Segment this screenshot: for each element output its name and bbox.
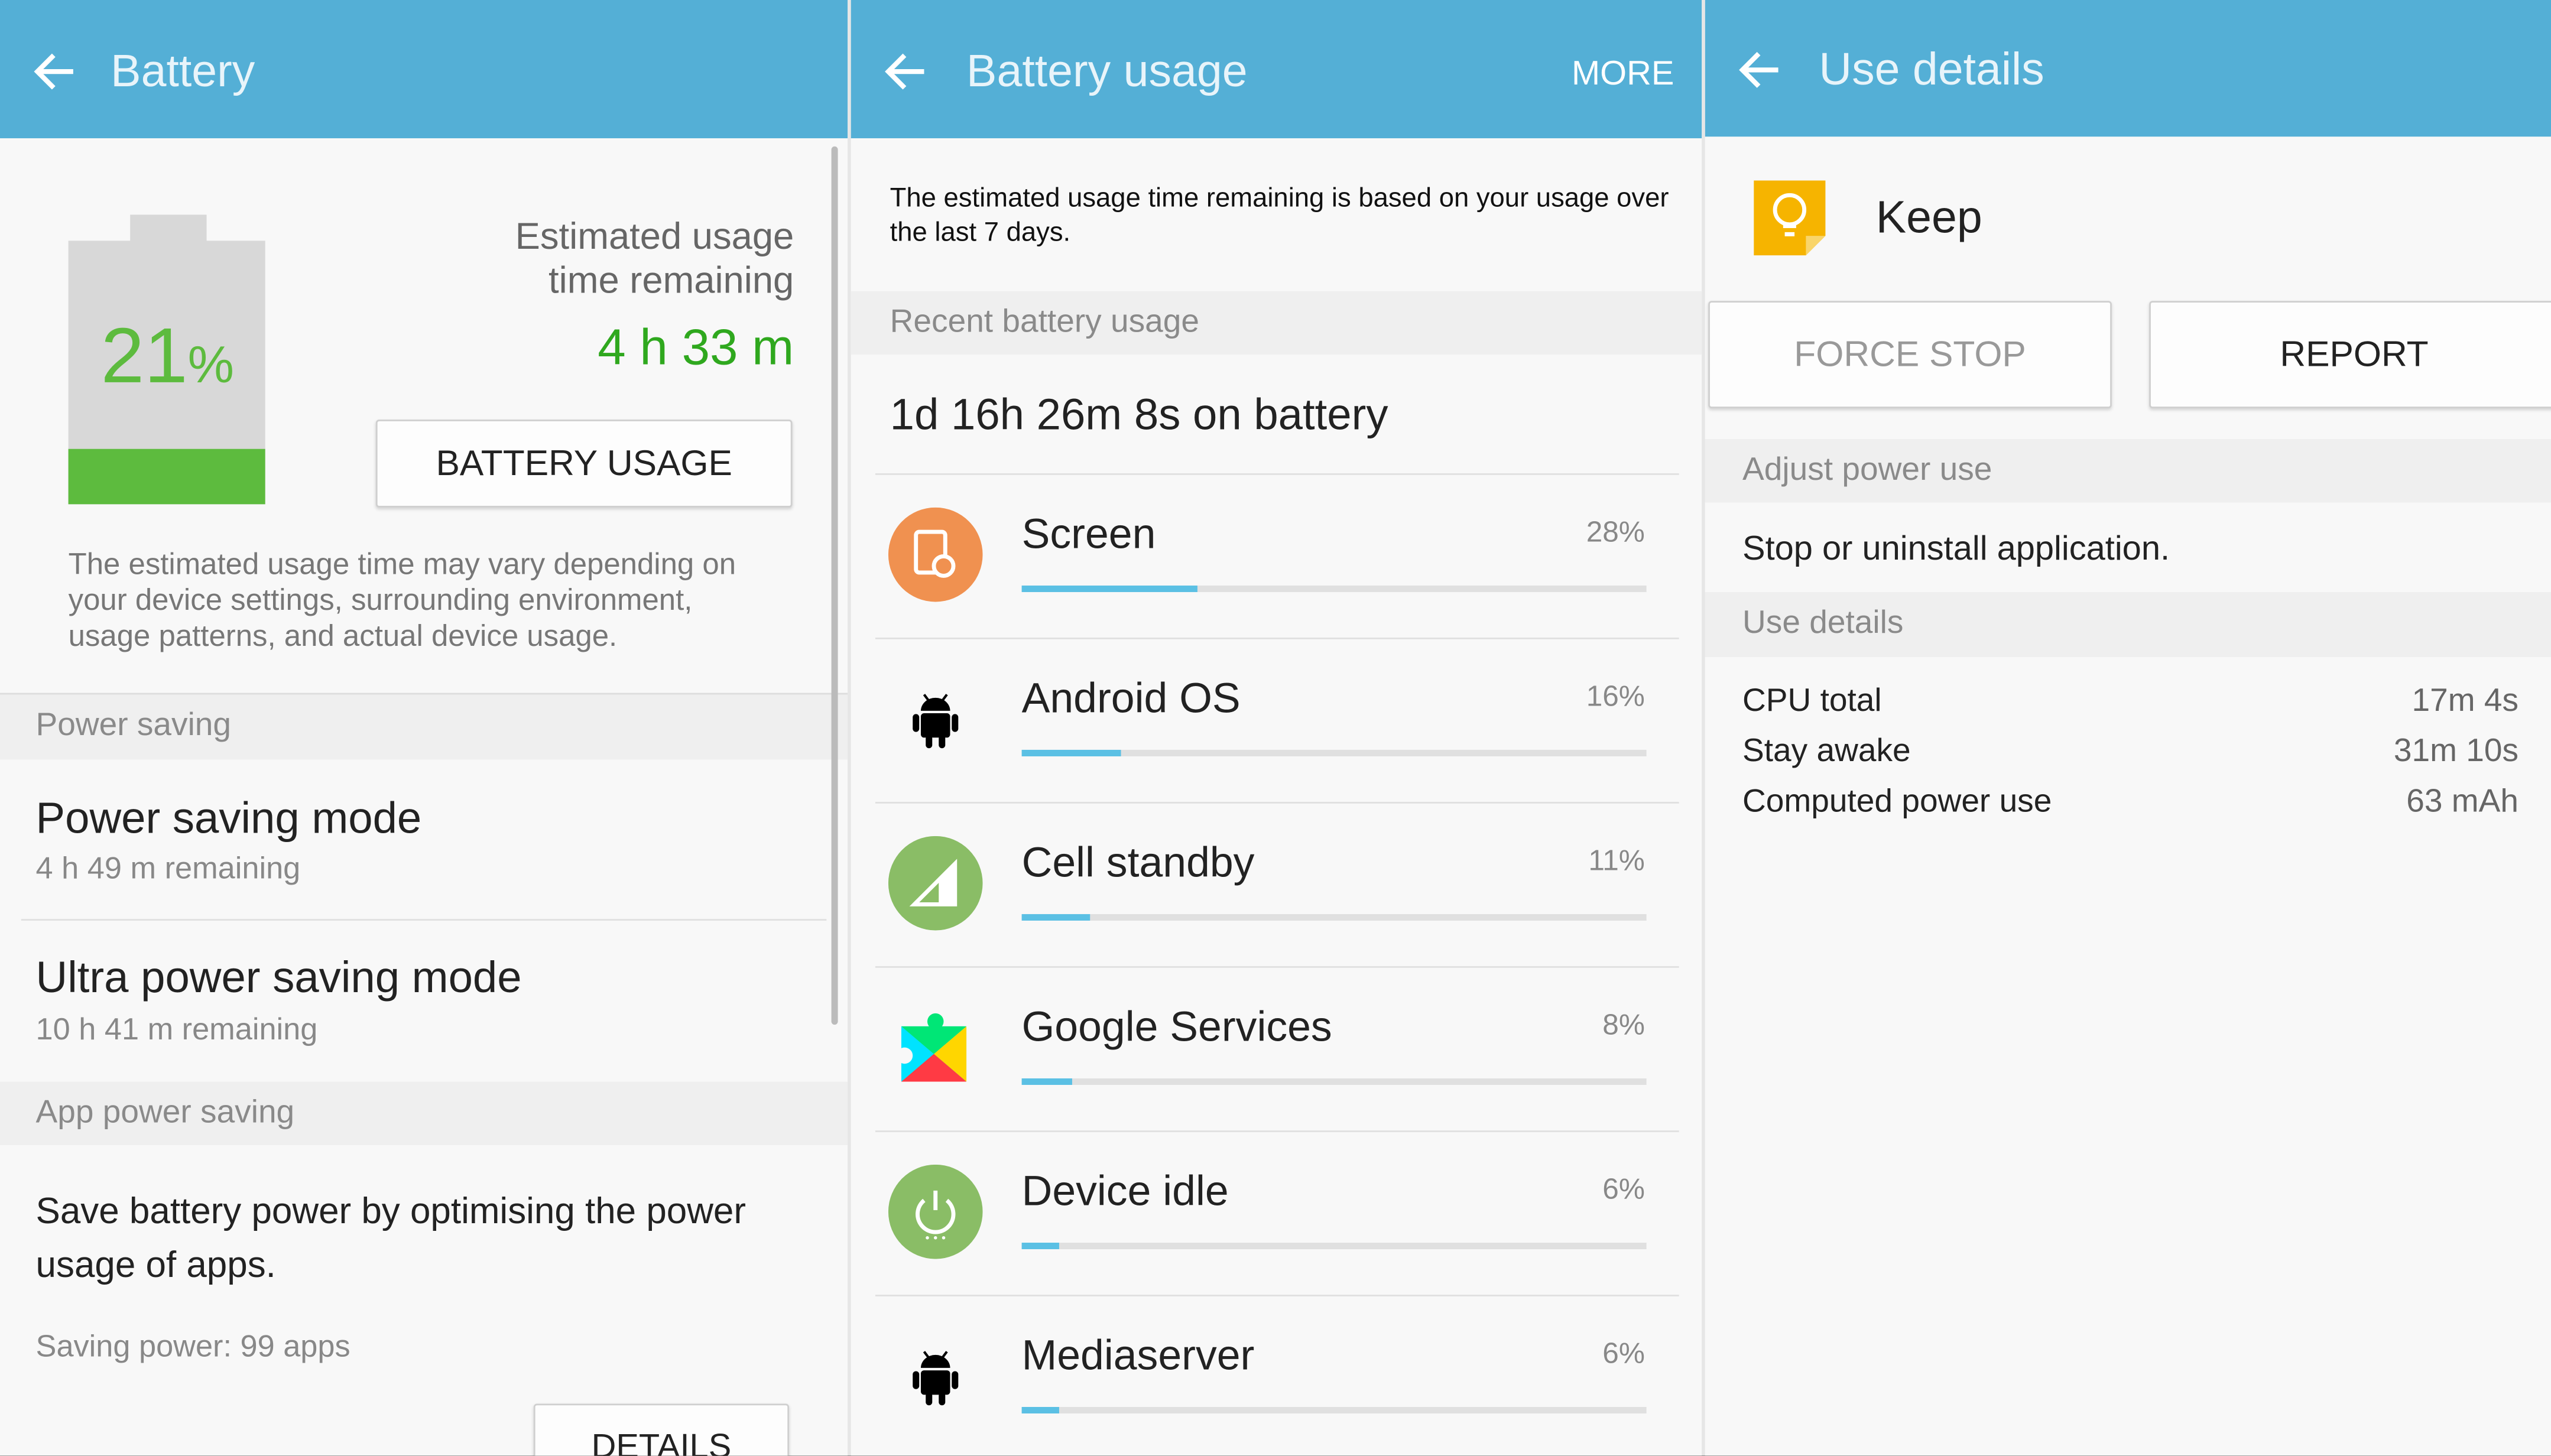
section-header-adjust-power: Adjust power use — [1705, 439, 2551, 503]
arrow-left-icon[interactable] — [884, 49, 929, 95]
force-stop-button[interactable]: FORCE STOP — [1708, 301, 2112, 408]
usage-bar-fill — [1021, 1406, 1060, 1414]
usage-bar-fill — [1021, 1078, 1072, 1085]
cell-signal-icon — [888, 836, 983, 931]
item-title: Ultra power saving mode — [35, 953, 522, 1002]
screen-brightness-icon — [888, 507, 983, 602]
divider — [875, 1295, 1679, 1296]
google-play-services-icon — [888, 1000, 983, 1095]
arrow-left-icon[interactable] — [1738, 47, 1783, 93]
usage-bar — [1021, 1078, 1647, 1085]
item-title: Power saving mode — [35, 794, 422, 843]
usage-item-name: Screen — [1021, 509, 1156, 558]
battery-screen: Battery 21% Estimated usage time remainin… — [0, 0, 848, 1456]
usage-item-name: Cell standby — [1021, 837, 1255, 887]
scrollbar[interactable] — [831, 146, 838, 1025]
ultra-power-saving-mode-item[interactable]: Ultra power saving mode 10 h 41 m remain… — [0, 921, 826, 1080]
usage-item[interactable]: Google Services 8% — [851, 966, 1702, 1130]
divider — [875, 638, 1679, 639]
usage-item-name: Mediaserver — [1021, 1330, 1255, 1380]
section-header-recent-usage: Recent battery usage — [851, 291, 1702, 355]
report-button[interactable]: REPORT — [2149, 301, 2551, 408]
usage-bar — [1021, 749, 1647, 756]
usage-bar — [1021, 914, 1647, 921]
app-power-saving-text: Save battery power by optimising the pow… — [35, 1190, 747, 1285]
divider — [875, 473, 1679, 475]
saving-power-count: Saving power: 99 apps — [35, 1330, 350, 1365]
page-title: Use details — [1819, 44, 2044, 95]
usage-item[interactable]: Android OS 16% — [851, 638, 1702, 802]
adjust-power-text[interactable]: Stop or uninstall application. — [1742, 530, 2170, 569]
divider — [875, 802, 1679, 804]
android-icon — [888, 1329, 983, 1424]
usage-bar — [1021, 1406, 1647, 1414]
usage-item-name: Google Services — [1021, 1002, 1332, 1051]
estimate-disclaimer: The estimated usage time may vary depend… — [68, 546, 736, 652]
usage-item-percent: 6% — [1602, 1337, 1645, 1370]
estimate-value: 4 h 33 m — [598, 318, 794, 376]
keep-lightbulb-icon — [1754, 180, 1826, 256]
app-bar: Battery — [0, 0, 848, 138]
power-saving-mode-item[interactable]: Power saving mode 4 h 49 m remaining — [0, 758, 826, 919]
item-subtitle: 10 h 41 m remaining — [35, 1013, 318, 1048]
use-detail-row: Stay awake 31m 10s — [1742, 733, 2518, 771]
use-detail-label: CPU total — [1742, 683, 1882, 719]
details-button[interactable]: DETAILS — [533, 1403, 790, 1456]
item-subtitle: 4 h 49 m remaining — [35, 852, 301, 887]
time-on-battery: 1d 16h 26m 8s on battery — [890, 390, 1388, 440]
divider — [875, 966, 1679, 968]
android-icon — [888, 672, 983, 766]
usage-info: The estimated usage time remaining is ba… — [890, 184, 1669, 248]
use-detail-row: Computed power use 63 mAh — [1742, 784, 2518, 821]
app-bar: Battery usage MORE — [851, 0, 1702, 138]
usage-item-percent: 8% — [1602, 1008, 1645, 1041]
use-detail-label: Stay awake — [1742, 733, 1911, 769]
arrow-left-icon[interactable] — [33, 49, 78, 95]
page-title: Battery — [111, 46, 255, 96]
battery-usage-button[interactable]: BATTERY USAGE — [375, 420, 793, 508]
usage-item-name: Device idle — [1021, 1166, 1229, 1216]
battery-usage-screen: Battery usage MORE The estimated usage t… — [851, 0, 1702, 1456]
battery-percent: 21% — [100, 314, 234, 401]
use-detail-value: 31m 10s — [2393, 733, 2519, 769]
use-details-screen: Use details Keep FORCE STOP REPORT Adjus… — [1705, 0, 2551, 1456]
usage-bar — [1021, 585, 1647, 592]
usage-item[interactable]: Screen 28% — [851, 473, 1702, 638]
use-detail-value: 17m 4s — [2412, 683, 2519, 719]
use-detail-value: 63 mAh — [2406, 784, 2519, 820]
usage-item-percent: 28% — [1586, 515, 1645, 548]
page-title: Battery usage — [966, 46, 1248, 96]
usage-bar-fill — [1021, 585, 1197, 592]
app-name: Keep — [1875, 191, 1982, 243]
usage-bar-fill — [1021, 749, 1122, 756]
usage-bar-fill — [1021, 1242, 1060, 1249]
section-header-app-power-saving: App power saving — [0, 1081, 848, 1145]
usage-item-percent: 11% — [1588, 844, 1645, 877]
usage-bar — [1021, 1242, 1647, 1249]
app-bar: Use details — [1705, 0, 2551, 137]
estimate-label: Estimated usage time remaining — [515, 214, 794, 301]
battery-fill — [68, 448, 265, 505]
usage-item[interactable]: Device idle 6% — [851, 1130, 1702, 1295]
use-detail-row: CPU total 17m 4s — [1742, 683, 2518, 720]
usage-item[interactable]: Cell standby 11% — [851, 802, 1702, 966]
section-header-use-details: Use details — [1705, 592, 2551, 658]
usage-item[interactable]: Mediaserver 6% — [851, 1295, 1702, 1456]
section-header-power-saving: Power saving — [0, 693, 848, 760]
divider — [875, 1130, 1679, 1132]
use-detail-label: Computed power use — [1742, 784, 2052, 820]
more-button[interactable]: MORE — [1572, 56, 1674, 95]
usage-item-percent: 16% — [1586, 680, 1645, 713]
usage-item-name: Android OS — [1021, 673, 1241, 723]
power-icon — [888, 1164, 983, 1259]
usage-item-percent: 6% — [1602, 1172, 1645, 1205]
usage-bar-fill — [1021, 914, 1090, 921]
